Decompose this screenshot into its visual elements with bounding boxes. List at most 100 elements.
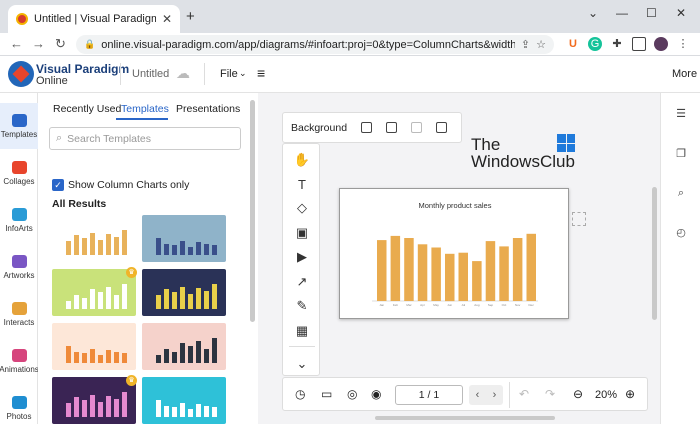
- thumbnail-bar: [98, 292, 103, 309]
- record-video-icon[interactable]: ▭: [321, 387, 332, 401]
- rail-label: Photos: [6, 411, 32, 421]
- rail-item-templates[interactable]: Templates: [0, 103, 38, 149]
- comment-icon[interactable]: ◎: [347, 387, 357, 401]
- file-menu[interactable]: File: [220, 68, 238, 80]
- template-thumbnail[interactable]: [52, 269, 136, 316]
- tab-title: Untitled | Visual Paradigm Online: [34, 13, 156, 25]
- tab-presentations[interactable]: Presentations: [176, 103, 240, 115]
- page-handle-icon[interactable]: [572, 212, 586, 226]
- reload-button[interactable]: ↻: [55, 36, 66, 52]
- browser-tab[interactable]: Untitled | Visual Paradigm Online ✕: [8, 5, 180, 33]
- maximize-button[interactable]: ☐: [646, 6, 657, 20]
- x-tick-label: Jun: [447, 303, 452, 307]
- column-chart[interactable]: Monthly product sales Jan Feb Mar Apr May Jun…: [340, 189, 570, 320]
- more-tools-chevron-icon[interactable]: ⌄: [283, 352, 321, 376]
- visual-paradigm-logo-icon[interactable]: [8, 61, 34, 87]
- properties-sliders-icon[interactable]: ☰: [675, 107, 687, 120]
- prev-page-icon[interactable]: ‹: [476, 389, 480, 401]
- grammarly-icon[interactable]: G: [588, 37, 602, 51]
- zoom-in-icon[interactable]: ⊕: [625, 387, 635, 401]
- template-thumbnail[interactable]: [142, 215, 226, 262]
- page-indicator[interactable]: 1 / 1: [395, 385, 463, 405]
- url-bar[interactable]: 🔒 online.visual-paradigm.com/app/diagram…: [76, 35, 554, 54]
- template-thumbnail[interactable]: [142, 269, 226, 316]
- forward-button[interactable]: →: [32, 36, 45, 51]
- tab-close-icon[interactable]: ✕: [162, 12, 172, 26]
- next-page-icon[interactable]: ›: [493, 389, 497, 401]
- chart-bar: [417, 244, 428, 301]
- thumbnail-bar: [188, 409, 193, 417]
- pen-tool-icon[interactable]: ✎: [283, 294, 321, 318]
- thumbnail-bar: [82, 353, 87, 363]
- thumbnail-bar: [74, 397, 79, 417]
- rail-item-artworks[interactable]: Artworks: [0, 244, 38, 290]
- image-tool-icon[interactable]: ▣: [283, 221, 321, 245]
- document-title[interactable]: Untitled: [132, 68, 169, 80]
- profile-avatar[interactable]: [654, 37, 668, 51]
- background-replace-icon[interactable]: [436, 122, 448, 133]
- new-tab-button[interactable]: +: [186, 8, 195, 25]
- minimize-button[interactable]: —: [616, 6, 628, 20]
- pages-icon[interactable]: ❐: [675, 147, 687, 160]
- panel-scrollbar[interactable]: [250, 100, 255, 322]
- thumbnail-bar: [164, 349, 169, 363]
- canvas-horizontal-scrollbar[interactable]: [375, 416, 555, 420]
- zoom-out-icon[interactable]: ⊖: [573, 387, 583, 401]
- present-icon[interactable]: ◉: [371, 387, 381, 401]
- video-tool-icon[interactable]: ▶: [283, 245, 321, 269]
- timer-icon[interactable]: ◷: [295, 387, 305, 401]
- template-thumbnail[interactable]: [142, 323, 226, 370]
- close-window-button[interactable]: ✕: [676, 6, 686, 20]
- search-icon[interactable]: ⌕: [675, 187, 687, 199]
- templates-icon: [11, 113, 27, 127]
- thumbnail-bar: [204, 291, 209, 309]
- page-navigation[interactable]: ‹ ›: [469, 385, 503, 405]
- search-input[interactable]: ⌕ Search Templates: [49, 127, 241, 150]
- template-thumbnail[interactable]: [52, 323, 136, 370]
- thumbnail-bar: [106, 350, 111, 363]
- thumbnail-bar: [90, 289, 95, 309]
- shapes-tool-icon[interactable]: ◇: [283, 196, 321, 220]
- background-copy-icon[interactable]: [386, 122, 398, 133]
- template-thumbnail[interactable]: [52, 215, 136, 262]
- rail-item-interacts[interactable]: Interacts: [0, 291, 38, 337]
- share-icon[interactable]: ⇪: [521, 38, 530, 51]
- zoom-level[interactable]: 20%: [595, 389, 617, 401]
- rail-item-collages[interactable]: Collages: [0, 150, 38, 196]
- chart-bar: [472, 261, 482, 301]
- table-tool-icon[interactable]: ▦: [283, 319, 321, 343]
- background-image-icon[interactable]: [361, 122, 373, 133]
- rail-item-infoarts[interactable]: InfoArts: [0, 197, 38, 243]
- extension-u-icon[interactable]: U: [566, 37, 580, 51]
- x-tick-label: Mar: [406, 303, 411, 307]
- rail-label: Artworks: [3, 270, 35, 280]
- text-tool-icon[interactable]: T: [283, 172, 321, 196]
- hand-tool-icon[interactable]: ✋: [283, 148, 321, 172]
- canvas-vertical-scrollbar[interactable]: [652, 187, 657, 320]
- collages-icon: [11, 160, 27, 174]
- browser-menu-icon[interactable]: ⋮: [676, 37, 690, 51]
- tab-search-icon[interactable]: ⌄: [588, 6, 598, 20]
- template-thumbnail[interactable]: [142, 377, 226, 424]
- thumbnail-bar: [172, 407, 177, 417]
- background-toolbar: Background: [282, 112, 462, 143]
- extensions-puzzle-icon[interactable]: ✚: [610, 37, 624, 51]
- tab-recently-used[interactable]: Recently Used: [53, 103, 121, 115]
- thumbnail-bar: [114, 352, 119, 363]
- line-tool-icon[interactable]: ↗: [283, 270, 321, 294]
- back-button[interactable]: ←: [10, 36, 23, 51]
- design-page[interactable]: Monthly product sales Jan Feb Mar Apr May Jun…: [339, 188, 569, 319]
- template-thumbnail[interactable]: [52, 377, 136, 424]
- thumbnail-bar: [82, 298, 87, 309]
- tab-templates[interactable]: Templates: [121, 103, 169, 115]
- hamburger-menu-icon[interactable]: ≡: [257, 65, 265, 81]
- history-icon[interactable]: ◴: [675, 226, 687, 239]
- more-menu[interactable]: More: [672, 68, 697, 80]
- bookmark-star-icon[interactable]: ☆: [536, 38, 546, 51]
- sidebar-panel-icon[interactable]: [632, 37, 646, 51]
- thumbnail-bar: [90, 395, 95, 417]
- column-charts-checkbox[interactable]: ✓: [52, 179, 64, 191]
- x-tick-label: Jan: [379, 303, 384, 307]
- rail-item-photos[interactable]: Photos: [0, 385, 38, 431]
- rail-item-animations[interactable]: Animations: [0, 338, 39, 384]
